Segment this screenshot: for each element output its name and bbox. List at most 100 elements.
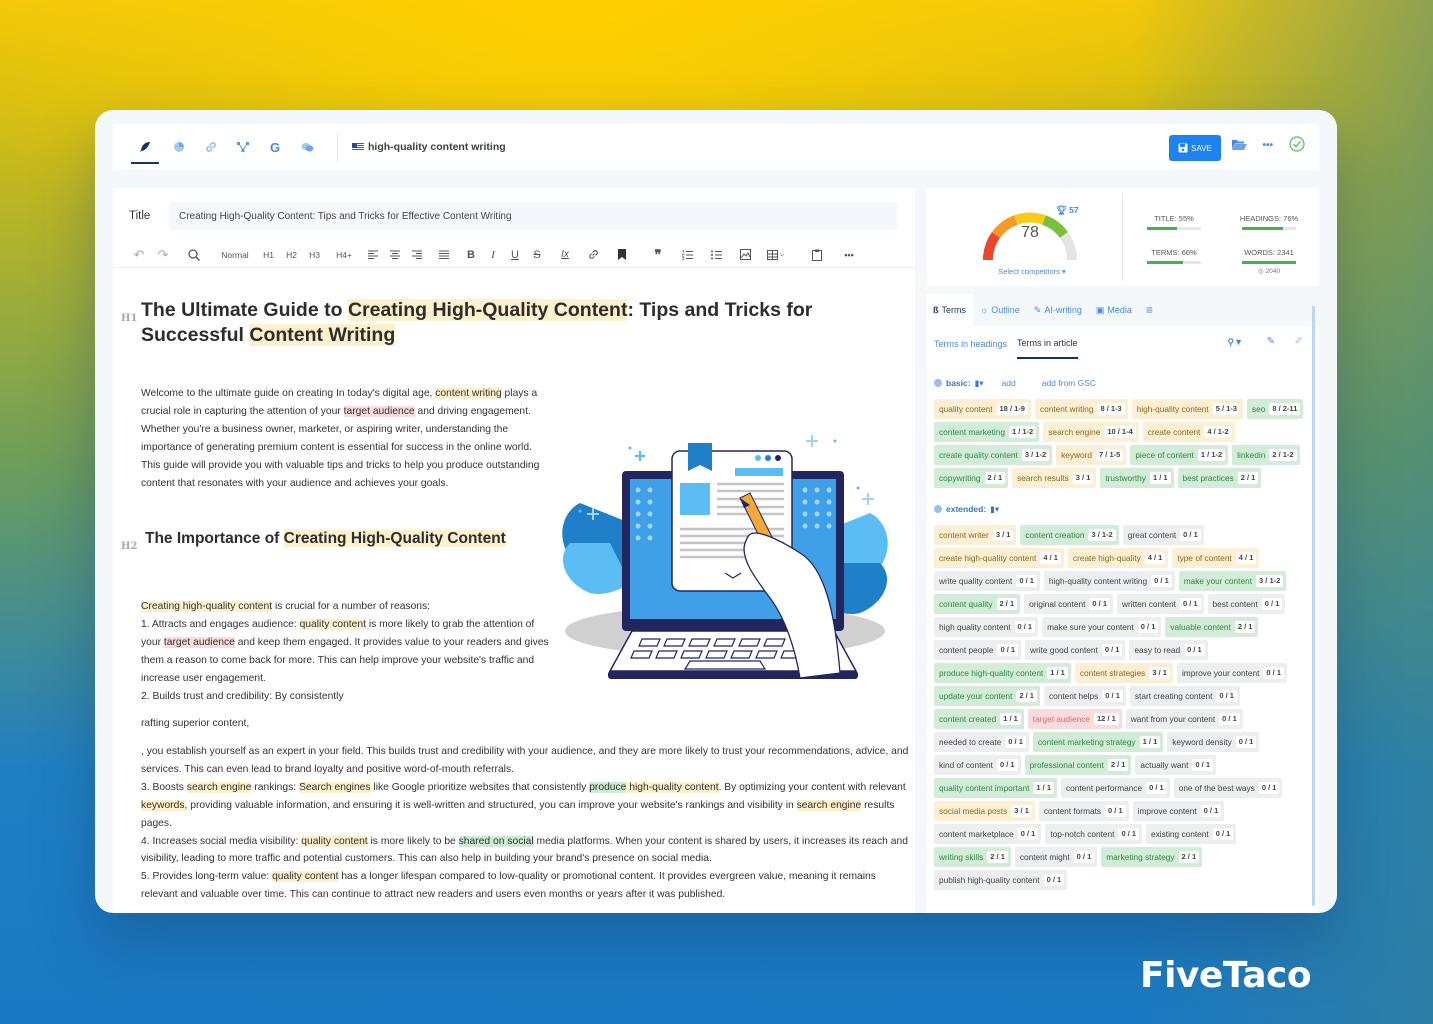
term-chip[interactable]: marketing strategy 2 / 1 — [1101, 847, 1203, 867]
term-chip[interactable]: type of content 4 / 1 — [1172, 548, 1260, 568]
select-competitors-dropdown[interactable]: Select competitors ▾ — [972, 267, 1092, 276]
term-chip[interactable]: quality content important 1 / 1 — [934, 778, 1057, 798]
term-chip[interactable]: content might 0 / 1 — [1014, 847, 1098, 867]
term-chip[interactable]: create high-quality content 4 / 1 — [934, 548, 1064, 568]
settings-sliders-icon[interactable]: ≡ — [1139, 294, 1160, 326]
align-right-button[interactable] — [406, 245, 428, 265]
align-justify-button[interactable] — [428, 245, 460, 265]
title-input[interactable]: Creating High-Quality Content: Tips and … — [169, 202, 897, 230]
article-h1[interactable]: The Ultimate Guide to Creating High-Qual… — [141, 298, 901, 348]
term-chip[interactable]: social media posts 3 / 1 — [934, 801, 1035, 821]
folder-open-icon[interactable] — [1232, 138, 1247, 153]
term-chip[interactable]: content marketplace 0 / 1 — [934, 824, 1042, 844]
quote-button[interactable]: ❞ — [640, 245, 676, 265]
article-h2[interactable]: The Importance of Creating High-Quality … — [145, 530, 506, 548]
style-h4[interactable]: H4+ — [326, 245, 362, 265]
style-normal[interactable]: Normal — [213, 245, 257, 265]
term-chip[interactable]: produce high-quality content 1 / 1 — [934, 663, 1071, 683]
chat-icon[interactable] — [291, 124, 323, 170]
feather-icon[interactable] — [129, 124, 161, 170]
align-left-button[interactable] — [362, 245, 384, 265]
tab-media[interactable]: ▣ Media — [1089, 294, 1139, 326]
link-button[interactable] — [582, 245, 604, 265]
more-tools-button[interactable]: ••• — [838, 245, 860, 265]
align-center-button[interactable] — [384, 245, 406, 265]
term-chip[interactable]: written content 0 / 1 — [1116, 594, 1204, 614]
term-chip[interactable]: improve your content 0 / 1 — [1176, 663, 1288, 683]
paste-button[interactable] — [796, 245, 838, 265]
underline-button[interactable]: U — [504, 245, 526, 265]
tab-outline[interactable]: ☼ Outline — [973, 294, 1027, 326]
check-circle-icon[interactable] — [1289, 136, 1305, 155]
term-chip[interactable]: content helps 0 / 1 — [1043, 686, 1126, 706]
term-chip[interactable]: high-quality content 5 / 1-3 — [1131, 399, 1243, 419]
term-chip[interactable]: best content 0 / 1 — [1207, 594, 1286, 614]
term-chip[interactable]: content quality 2 / 1 — [934, 594, 1021, 614]
term-chip[interactable]: content performance 0 / 1 — [1061, 778, 1170, 798]
term-chip[interactable]: top-notch content 0 / 1 — [1045, 824, 1143, 844]
highlight-pen-icon[interactable]: ✎ — [1267, 336, 1275, 347]
reasons-paragraph[interactable]: Creating high-quality content is crucial… — [141, 598, 551, 705]
term-chip[interactable]: copywriting 2 / 1 — [934, 468, 1009, 488]
subtab-terms-in-article[interactable]: Terms in article — [1017, 329, 1078, 359]
term-chip[interactable]: make sure your content 0 / 1 — [1042, 617, 1162, 637]
term-chip[interactable]: content created 1 / 1 — [934, 709, 1024, 729]
redo-button[interactable]: ↷ — [151, 245, 175, 265]
style-h2[interactable]: H2 — [280, 245, 303, 265]
tab-ai-writing[interactable]: ✎ AI-writing — [1027, 294, 1089, 326]
term-chip[interactable]: valuable content 2 / 1 — [1165, 617, 1259, 637]
table-button[interactable] — [756, 245, 796, 265]
fragment-paragraph[interactable]: rafting superior content, — [141, 715, 551, 733]
save-button[interactable]: SAVE — [1169, 135, 1221, 161]
undo-button[interactable]: ↶ — [127, 245, 151, 265]
style-h1[interactable]: H1 — [257, 245, 280, 265]
term-chip[interactable]: search results 3 / 1 — [1012, 468, 1097, 488]
term-chip[interactable]: easy to read 0 / 1 — [1129, 640, 1208, 660]
body-paragraph[interactable]: , you establish yourself as an expert in… — [141, 743, 911, 904]
term-chip[interactable]: keyword 7 / 1-5 — [1056, 445, 1127, 465]
term-chip[interactable]: high quality content 0 / 1 — [934, 617, 1039, 637]
term-chip[interactable]: content strategies 3 / 1 — [1074, 663, 1173, 683]
term-chip[interactable]: piece of content 1 / 1-2 — [1130, 445, 1229, 465]
term-chip[interactable]: search engine 10 / 1-4 — [1043, 422, 1139, 442]
term-chip[interactable]: content people 0 / 1 — [934, 640, 1022, 660]
term-chip[interactable]: content marketing strategy 1 / 1 — [1032, 732, 1164, 752]
term-chip[interactable]: content formats 0 / 1 — [1038, 801, 1129, 821]
intro-paragraph[interactable]: Welcome to the ultimate guide on creatin… — [141, 385, 551, 492]
term-chip[interactable]: write quality content 0 / 1 — [934, 571, 1040, 591]
term-chip[interactable]: great content 0 / 1 — [1122, 525, 1204, 545]
add-from-gsc-link[interactable]: add from GSC — [1042, 378, 1096, 388]
term-chip[interactable]: kind of content 0 / 1 — [934, 755, 1021, 775]
term-chip[interactable]: update your content 2 / 1 — [934, 686, 1040, 706]
pie-chart-icon[interactable] — [163, 124, 195, 170]
term-chip[interactable]: create quality content 3 / 1-2 — [934, 445, 1053, 465]
term-chip[interactable]: one of the best ways 0 / 1 — [1173, 778, 1283, 798]
term-chip[interactable]: content writer 3 / 1 — [934, 525, 1017, 545]
bold-button[interactable]: B — [460, 245, 482, 265]
term-chip[interactable]: linkedin 2 / 1-2 — [1232, 445, 1300, 465]
term-chip[interactable]: create content 4 / 1-2 — [1142, 422, 1235, 442]
link-icon[interactable] — [195, 124, 227, 170]
add-term-link[interactable]: add — [1002, 378, 1016, 388]
google-icon[interactable]: G — [259, 124, 291, 170]
term-chip[interactable]: needed to create 0 / 1 — [934, 732, 1029, 752]
term-chip[interactable]: create high-quality 4 / 1 — [1067, 548, 1169, 568]
search-button[interactable] — [175, 245, 213, 265]
term-chip[interactable]: start creating content 0 / 1 — [1129, 686, 1240, 706]
term-chip[interactable]: content marketing 1 / 1-2 — [934, 422, 1040, 442]
ordered-list-button[interactable] — [676, 245, 698, 265]
italic-button[interactable]: I — [482, 245, 504, 265]
more-icon[interactable]: ••• — [1262, 140, 1273, 151]
term-chip[interactable]: content writing 8 / 1-3 — [1034, 399, 1128, 419]
term-chip[interactable]: original content 0 / 1 — [1024, 594, 1113, 614]
term-chip[interactable]: actually want 0 / 1 — [1135, 755, 1216, 775]
image-button[interactable] — [734, 245, 756, 265]
search-filter-icon[interactable]: ⚲▼ — [1228, 337, 1244, 348]
scrollbar[interactable] — [1312, 306, 1315, 906]
clear-format-button[interactable]: Ix — [548, 245, 582, 265]
term-chip[interactable]: writing skills 2 / 1 — [934, 847, 1011, 867]
term-chip[interactable]: target audience 12 / 1 — [1027, 709, 1122, 729]
term-chip[interactable]: best practices 2 / 1 — [1177, 468, 1262, 488]
term-chip[interactable]: write good content 0 / 1 — [1025, 640, 1126, 660]
term-chip[interactable]: high-quality content writing 0 / 1 — [1043, 571, 1175, 591]
